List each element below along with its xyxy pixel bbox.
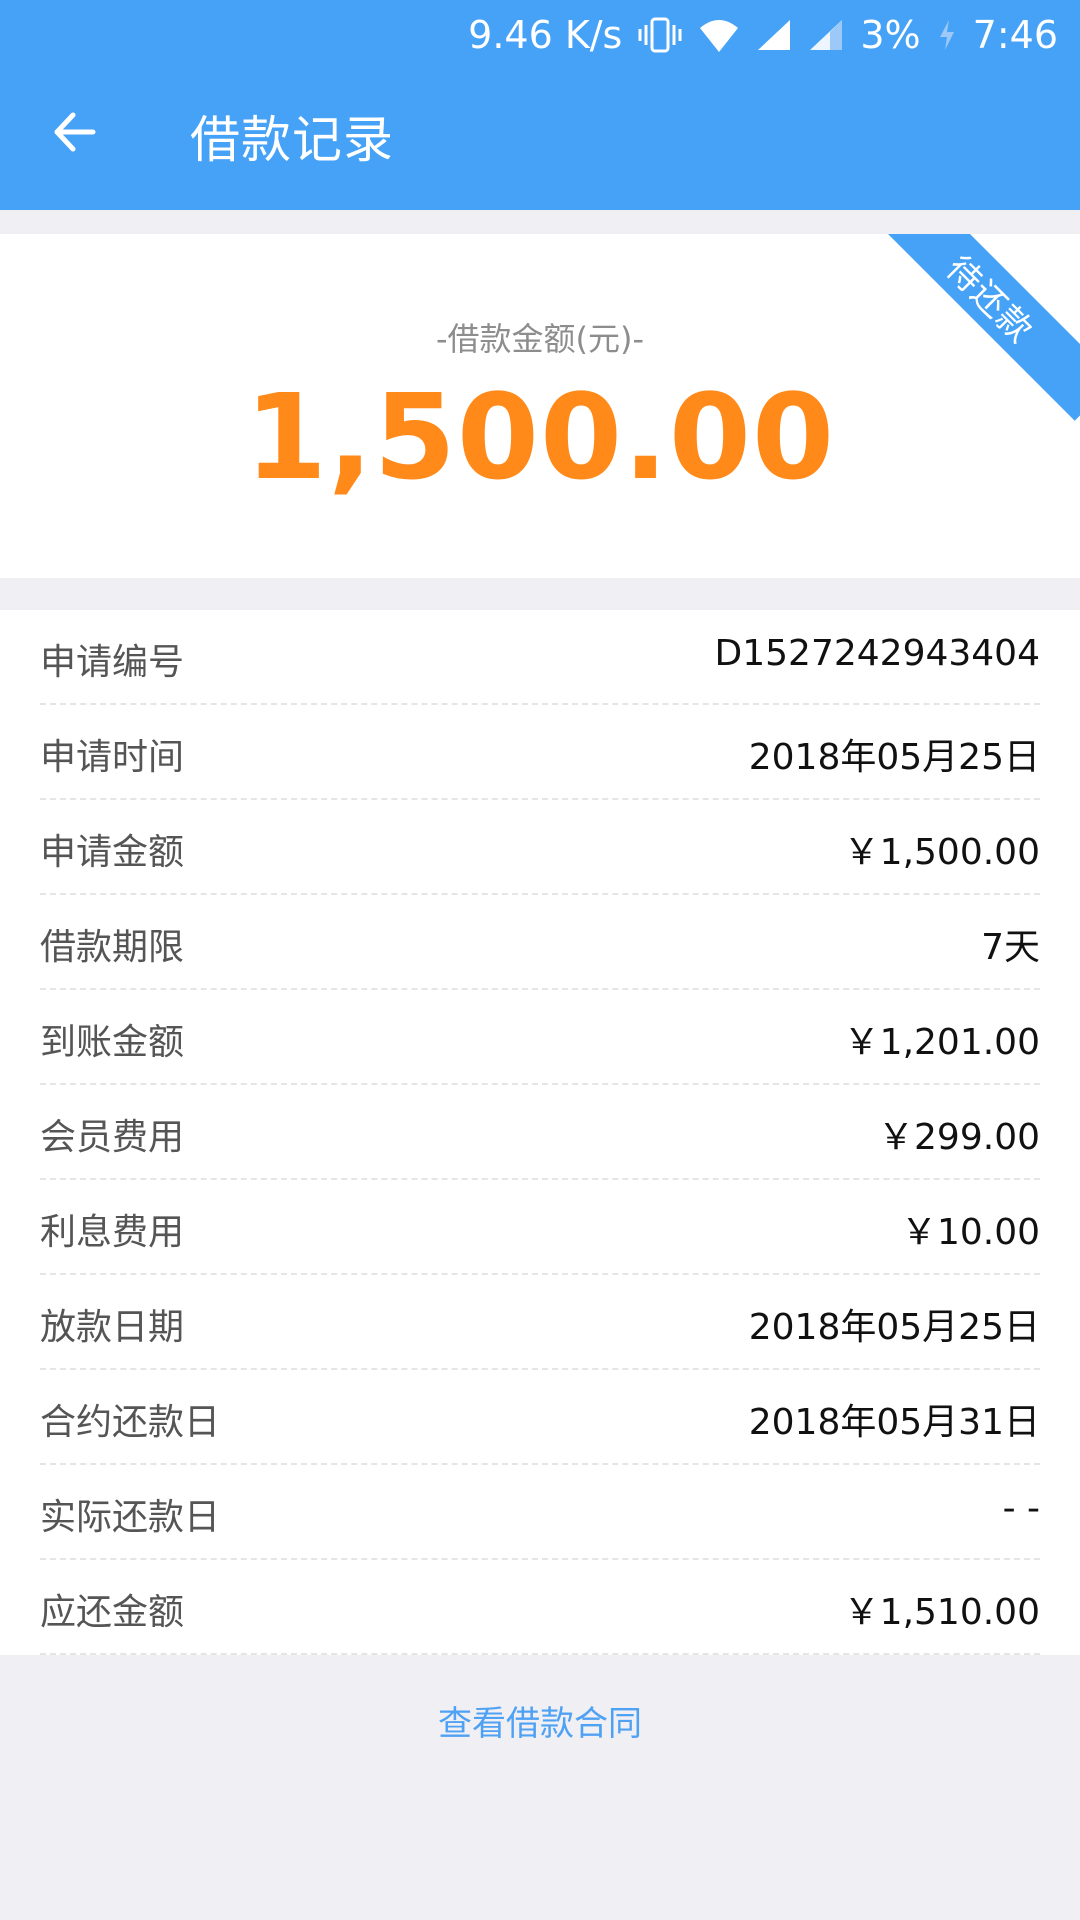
top-app-bar: 9.46 K/s 3% 7:46 借款记录: [0, 0, 1080, 210]
detail-value: ￥1,201.00: [843, 1022, 1040, 1063]
detail-row-application-time: 申请时间 2018年05月25日: [40, 705, 1040, 800]
detail-value: ￥10.00: [900, 1212, 1040, 1253]
wifi-icon: [698, 18, 740, 52]
network-speed: 9.46 K/s: [468, 13, 623, 57]
detail-label: 申请编号: [40, 642, 185, 683]
detail-label: 申请时间: [40, 737, 185, 778]
loan-amount-value: 1,500.00: [244, 368, 836, 506]
detail-value: ￥1,510.00: [843, 1592, 1040, 1633]
detail-row-contract-due-date: 合约还款日 2018年05月31日: [40, 1370, 1040, 1465]
detail-row-application-amount: 申请金额 ￥1,500.00: [40, 800, 1040, 895]
loan-amount-caption: -借款金额(元)-: [435, 320, 645, 358]
detail-label: 会员费用: [40, 1117, 185, 1158]
detail-row-amount-due: 应还金额 ￥1,510.00: [40, 1560, 1040, 1655]
detail-value: 2018年05月25日: [748, 1307, 1040, 1348]
detail-label: 实际还款日: [40, 1497, 221, 1538]
vibrate-icon: [638, 17, 682, 53]
detail-row-interest-fee: 利息费用 ￥10.00: [40, 1180, 1040, 1275]
detail-row-application-id: 申请编号 D1527242943404: [40, 610, 1040, 705]
signal-icon-secondary: [808, 18, 844, 52]
detail-row-loan-term: 借款期限 7天: [40, 895, 1040, 990]
detail-row-received-amount: 到账金额 ￥1,201.00: [40, 990, 1040, 1085]
signal-icon: [756, 18, 792, 52]
battery-percentage: 3%: [860, 13, 921, 57]
loan-amount-card: -借款金额(元)- 1,500.00 待还款: [0, 234, 1080, 578]
detail-row-disbursement-date: 放款日期 2018年05月25日: [40, 1275, 1040, 1370]
page-title: 借款记录: [190, 111, 394, 169]
status-bar-right: 9.46 K/s 3% 7:46: [468, 10, 1058, 60]
arrow-left-icon: [54, 112, 96, 152]
status-bar: 9.46 K/s 3% 7:46: [0, 0, 1080, 70]
detail-value: ￥299.00: [878, 1117, 1040, 1158]
detail-row-membership-fee: 会员费用 ￥299.00: [40, 1085, 1040, 1180]
detail-label: 应还金额: [40, 1592, 185, 1633]
detail-value: D1527242943404: [714, 633, 1040, 674]
detail-value: 2018年05月31日: [748, 1402, 1040, 1443]
detail-label: 到账金额: [40, 1022, 185, 1063]
detail-value: - -: [1002, 1488, 1040, 1529]
status-time: 7:46: [972, 13, 1058, 57]
app-bar: 借款记录: [0, 70, 1080, 210]
detail-value: 2018年05月25日: [748, 737, 1040, 778]
detail-value: ￥1,500.00: [843, 832, 1040, 873]
detail-label: 申请金额: [40, 832, 185, 873]
detail-label: 合约还款日: [40, 1402, 221, 1443]
detail-label: 借款期限: [40, 927, 185, 968]
back-button[interactable]: [42, 100, 106, 164]
detail-value: 7天: [981, 927, 1040, 968]
detail-row-actual-repayment-date: 实际还款日 - -: [40, 1465, 1040, 1560]
loan-detail-list: 申请编号 D1527242943404 申请时间 2018年05月25日 申请金…: [0, 610, 1080, 1655]
charging-icon: [937, 18, 957, 52]
view-loan-contract-link[interactable]: 查看借款合同: [0, 1696, 1080, 1745]
detail-label: 利息费用: [40, 1212, 185, 1253]
detail-label: 放款日期: [40, 1307, 185, 1348]
